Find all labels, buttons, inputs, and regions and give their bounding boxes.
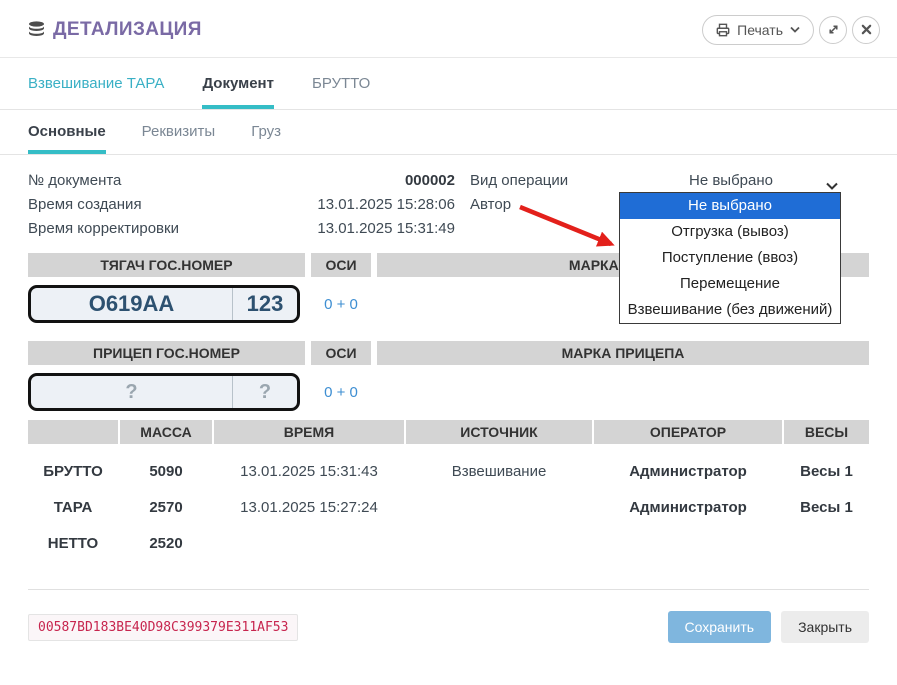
weights-table-header: МАССА ВРЕМЯ ИСТОЧНИК ОПЕРАТОР ВЕСЫ — [28, 420, 869, 444]
expand-icon — [827, 23, 840, 36]
truck-axles-value[interactable]: 0 + 0 — [311, 296, 371, 313]
trailer-license-plate[interactable]: ? ? — [28, 373, 300, 411]
field-label: № документа — [28, 169, 121, 193]
truck-axles-header: ОСИ — [311, 253, 371, 277]
time-value: 13.01.2025 15:31:43 — [214, 463, 404, 480]
source-value: Взвешивание — [406, 463, 592, 480]
col-header-scales: ВЕСЫ — [784, 420, 869, 444]
col-header-operator: ОПЕРАТОР — [594, 420, 782, 444]
time-value: 13.01.2025 15:27:24 — [214, 499, 404, 516]
operation-select[interactable]: Не выбрано — [620, 169, 842, 193]
table-row-netto: НЕТТО 2520 — [28, 535, 869, 552]
modal-footer: 00587BD183BE40D98C399379E311AF53 Сохрани… — [0, 590, 897, 643]
dropdown-option-otgruzka[interactable]: Отгрузка (вывоз) — [620, 219, 840, 245]
trailer-brand-header: МАРКА ПРИЦЕПА — [377, 341, 869, 365]
operator-value: Администратор — [594, 499, 782, 516]
dropdown-option-postuplenie[interactable]: Поступление (ввоз) — [620, 245, 840, 271]
weights-table: МАССА ВРЕМЯ ИСТОЧНИК ОПЕРАТОР ВЕСЫ БРУТТ… — [0, 420, 897, 552]
dropdown-option-vzveshivanie[interactable]: Взвешивание (без движений) — [620, 297, 840, 323]
subtab-gruz[interactable]: Груз — [251, 110, 281, 154]
modal-header: ДЕТАЛИЗАЦИЯ Печать — [0, 0, 897, 58]
corrected-time-value: 13.01.2025 15:31:49 — [317, 217, 455, 241]
col-header-time: ВРЕМЯ — [214, 420, 404, 444]
tab-dokument[interactable]: Документ — [202, 58, 274, 109]
doc-number-value: 000002 — [405, 169, 455, 193]
database-icon — [28, 21, 45, 39]
trailer-axles-value[interactable]: 0 + 0 — [311, 384, 371, 401]
truck-plate-region: 123 — [233, 288, 297, 320]
source-value — [406, 499, 592, 516]
table-row-tara: ТАРА 2570 13.01.2025 15:27:24 Администра… — [28, 499, 869, 516]
operation-row: Вид операции Не выбрано — [470, 169, 869, 193]
field-corrected-time: Время корректировки 13.01.2025 15:31:49 — [28, 217, 455, 241]
document-hash: 00587BD183BE40D98C399379E311AF53 — [28, 614, 298, 641]
dropdown-option-ne-vybrano[interactable]: Не выбрано — [620, 193, 840, 219]
trailer-plate-region: ? — [233, 376, 297, 408]
scales-value: Весы 1 — [784, 463, 869, 480]
col-header-mass: МАССА — [120, 420, 212, 444]
save-button[interactable]: Сохранить — [668, 611, 772, 643]
print-button[interactable]: Печать — [702, 15, 814, 45]
print-button-label: Печать — [737, 22, 783, 38]
printer-icon — [716, 23, 730, 37]
trailer-plate-row: ? ? 0 + 0 — [28, 373, 869, 411]
footer-buttons: Сохранить Закрыть — [668, 611, 870, 643]
truck-plate-number: О619АА — [31, 288, 233, 320]
trailer-header-row: ПРИЦЕП ГОС.НОМЕР ОСИ МАРКА ПРИЦЕПА — [28, 341, 869, 365]
created-time-value: 13.01.2025 15:28:06 — [317, 193, 455, 217]
close-button[interactable] — [852, 16, 880, 44]
title-wrap: ДЕТАЛИЗАЦИЯ — [28, 19, 202, 41]
dropdown-option-peremeshchenie[interactable]: Перемещение — [620, 271, 840, 297]
mass-value: 2570 — [120, 499, 212, 516]
tab-vzveshivanie-tara[interactable]: Взвешивание ТАРА — [28, 58, 164, 109]
trailer-plate-number: ? — [31, 376, 233, 408]
time-value — [214, 535, 404, 552]
source-value — [406, 535, 592, 552]
mass-value: 5090 — [120, 463, 212, 480]
subtab-osnovnye[interactable]: Основные — [28, 110, 106, 154]
scales-value — [784, 535, 869, 552]
trailer-plate-header: ПРИЦЕП ГОС.НОМЕР — [28, 341, 305, 365]
operation-label: Вид операции — [470, 169, 620, 193]
col-header-empty — [28, 420, 118, 444]
operation-selected-value: Не выбрано — [689, 169, 773, 193]
close-icon — [861, 24, 872, 35]
chevron-down-icon — [790, 26, 800, 33]
sub-tabs: Основные Реквизиты Груз — [0, 110, 897, 155]
mass-value: 2520 — [120, 535, 212, 552]
truck-plate-header: ТЯГАЧ ГОС.НОМЕР — [28, 253, 305, 277]
expand-button[interactable] — [819, 16, 847, 44]
row-label: ТАРА — [28, 499, 118, 516]
field-created-time: Время создания 13.01.2025 15:28:06 — [28, 193, 455, 217]
page-title: ДЕТАЛИЗАЦИЯ — [53, 19, 202, 41]
document-info: № документа 000002 Время создания 13.01.… — [28, 169, 455, 253]
tab-brutto[interactable]: БРУТТО — [312, 58, 370, 109]
field-doc-number: № документа 000002 — [28, 169, 455, 193]
close-footer-button[interactable]: Закрыть — [781, 611, 869, 643]
subtab-rekvizity[interactable]: Реквизиты — [142, 110, 216, 154]
table-row-brutto: БРУТТО 5090 13.01.2025 15:31:43 Взвешива… — [28, 463, 869, 480]
operator-value: Администратор — [594, 463, 782, 480]
row-label: НЕТТО — [28, 535, 118, 552]
trailer-axles-header: ОСИ — [311, 341, 371, 365]
truck-license-plate[interactable]: О619АА 123 — [28, 285, 300, 323]
scales-value: Весы 1 — [784, 499, 869, 516]
field-label: Время создания — [28, 193, 142, 217]
field-label: Время корректировки — [28, 217, 179, 241]
operator-value — [594, 535, 782, 552]
detail-modal: ДЕТАЛИЗАЦИЯ Печать — [0, 0, 897, 685]
operation-dropdown: Не выбрано Отгрузка (вывоз) Поступление … — [619, 192, 841, 324]
main-tabs: Взвешивание ТАРА Документ БРУТТО — [0, 58, 897, 110]
col-header-source: ИСТОЧНИК — [406, 420, 592, 444]
header-actions: Печать — [702, 15, 880, 45]
row-label: БРУТТО — [28, 463, 118, 480]
author-label: Автор — [470, 193, 620, 217]
